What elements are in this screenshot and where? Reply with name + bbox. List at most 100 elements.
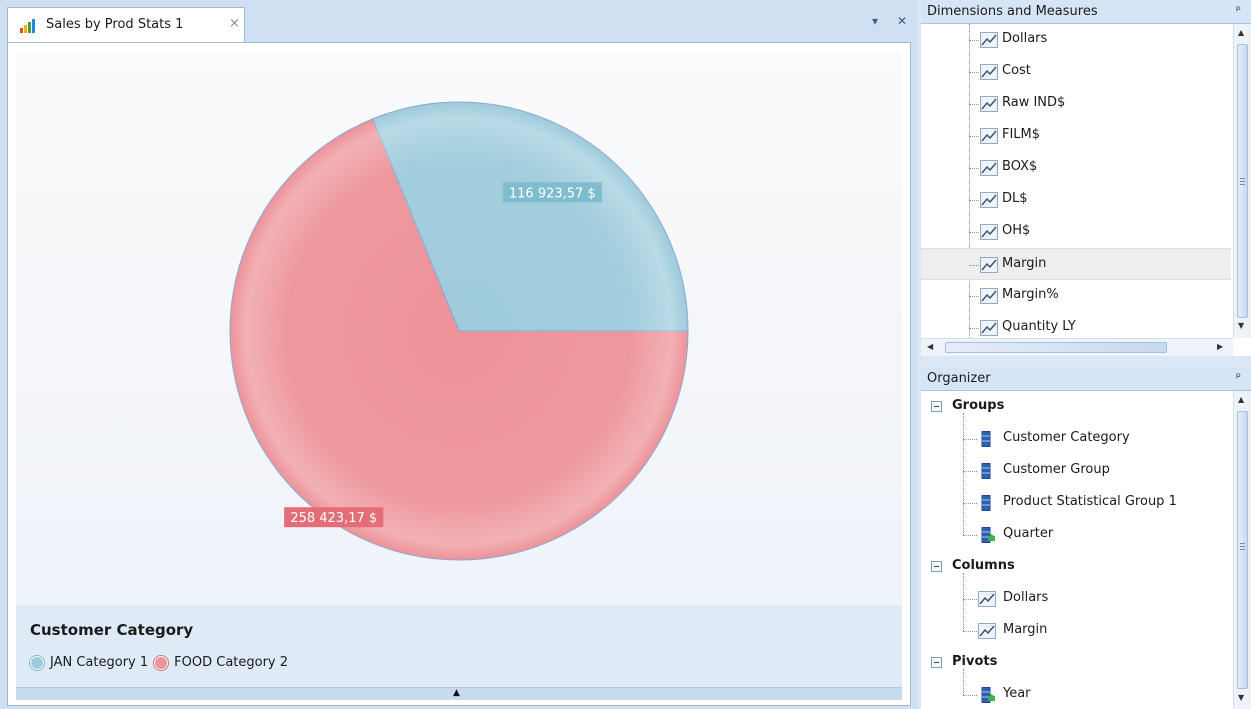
legend-item[interactable]: FOOD Category 2 xyxy=(154,655,288,670)
legend-pane: Customer Category JAN Category 1 FOOD Ca… xyxy=(16,605,902,687)
tree-item[interactable]: Customer Category xyxy=(921,423,1231,455)
tab-close-icon[interactable]: × xyxy=(229,16,240,31)
tree-item-label: Dollars xyxy=(1002,31,1048,46)
tree-group-pivots[interactable]: Pivots xyxy=(921,647,1231,679)
tree-item-measure[interactable]: Raw IND$ xyxy=(921,88,1231,120)
tree-group-label: Columns xyxy=(952,558,1015,573)
legend-collapse-bar[interactable]: ▲ xyxy=(16,687,902,700)
tree-item-label: Raw IND$ xyxy=(1002,95,1066,110)
tree-item[interactable]: Margin xyxy=(921,615,1231,647)
time-dimension-icon xyxy=(978,527,996,543)
tree-connector xyxy=(963,573,964,631)
tree-group-groups[interactable]: Groups xyxy=(921,391,1231,423)
collapse-icon[interactable] xyxy=(931,561,942,572)
pie-chart: 116 923,57 $ 258 423,17 $ xyxy=(229,101,689,561)
measure-icon xyxy=(978,591,996,607)
panel-title: Organizer xyxy=(927,371,991,386)
tree-item-label: Margin xyxy=(1002,256,1047,271)
tree-item[interactable]: Dollars xyxy=(921,583,1231,615)
scroll-down-icon[interactable]: ▼ xyxy=(1238,693,1244,702)
close-document-icon[interactable]: ✕ xyxy=(897,14,907,28)
data-label: 116 923,57 $ xyxy=(509,186,596,201)
measure-icon xyxy=(978,623,996,639)
collapse-up-icon[interactable]: ▲ xyxy=(453,688,460,698)
measure-icon xyxy=(980,128,998,144)
bar-chart-icon xyxy=(20,19,35,33)
dimension-icon xyxy=(978,495,996,511)
pin-icon[interactable]: ᵖ xyxy=(1236,370,1241,384)
panel-header: Dimensions and Measures ᵖ xyxy=(921,0,1251,24)
scroll-up-icon[interactable]: ▲ xyxy=(1238,395,1244,404)
data-label: 258 423,17 $ xyxy=(290,511,377,526)
tree-item-label: Customer Group xyxy=(1003,462,1110,477)
horizontal-scrollbar[interactable]: ◀ ▶ xyxy=(921,338,1233,356)
dimension-icon xyxy=(978,431,996,447)
tree-item[interactable]: Product Statistical Group 1 xyxy=(921,487,1231,519)
scroll-down-icon[interactable]: ▼ xyxy=(1238,321,1244,330)
tree-item-label: FILM$ xyxy=(1002,127,1041,142)
scroll-left-icon[interactable]: ◀ xyxy=(927,342,933,351)
tree-connector xyxy=(963,413,964,535)
vertical-scrollbar[interactable]: ▲ ▼ xyxy=(1233,391,1251,709)
pie-gloss xyxy=(230,102,688,560)
measure-icon xyxy=(980,288,998,304)
measure-icon xyxy=(980,64,998,80)
scrollbar-thumb[interactable] xyxy=(1237,44,1248,318)
measure-icon xyxy=(980,257,998,273)
scroll-up-icon[interactable]: ▲ xyxy=(1238,28,1244,37)
organizer-panel: Organizer ᵖ Groups Customer Category Custo… xyxy=(921,367,1251,709)
measures-tree: Dollars Cost Raw IND$ FILM$ BOX$ DL$ OH$ Margin… xyxy=(921,24,1231,338)
vertical-scrollbar[interactable]: ▲ ▼ xyxy=(1233,24,1251,338)
tree-item-measure[interactable]: Margin% xyxy=(921,280,1231,312)
scroll-right-icon[interactable]: ▶ xyxy=(1217,342,1223,351)
tree-item-measure[interactable]: Margin xyxy=(921,248,1231,280)
tree-item-label: Customer Category xyxy=(1003,430,1130,445)
tree-item-label: BOX$ xyxy=(1002,159,1038,174)
tab-sales-by-prod-stats[interactable]: Sales by Prod Stats 1 × xyxy=(7,7,245,42)
tree-item[interactable]: Year xyxy=(921,679,1231,709)
measure-icon xyxy=(980,192,998,208)
legend: JAN Category 1 FOOD Category 2 xyxy=(30,655,294,670)
measure-icon xyxy=(980,160,998,176)
tree-item-measure[interactable]: BOX$ xyxy=(921,152,1231,184)
measure-icon xyxy=(980,32,998,48)
scrollbar-thumb[interactable] xyxy=(945,342,1167,353)
tab-list-dropdown-icon[interactable]: ▾ xyxy=(872,14,878,28)
panel-header: Organizer ᵖ xyxy=(921,367,1251,391)
panel-title: Dimensions and Measures xyxy=(927,4,1098,19)
tree-group-label: Groups xyxy=(952,398,1005,413)
document-area: Sales by Prod Stats 1 × ▾ ✕ 116 923,57 $… xyxy=(0,0,918,709)
tree-item-measure[interactable]: OH$ xyxy=(921,216,1231,248)
tree-item-label: Quarter xyxy=(1003,526,1054,541)
legend-swatch-icon xyxy=(154,655,169,670)
collapse-icon[interactable] xyxy=(931,657,942,668)
measure-icon xyxy=(980,224,998,240)
tree-item-label: Dollars xyxy=(1003,590,1049,605)
tree-item[interactable]: Customer Group xyxy=(921,455,1231,487)
legend-swatch-icon xyxy=(30,655,44,670)
measure-icon xyxy=(980,320,998,336)
tree-item-label: OH$ xyxy=(1002,223,1031,238)
tree-item-measure[interactable]: Dollars xyxy=(921,24,1231,56)
scrollbar-thumb[interactable] xyxy=(1237,411,1248,689)
tree-item-label: Quantity LY xyxy=(1002,319,1076,334)
tree-item-measure[interactable]: Cost xyxy=(921,56,1231,88)
tab-strip: Sales by Prod Stats 1 × ▾ ✕ xyxy=(0,0,918,42)
legend-title: Customer Category xyxy=(30,621,194,639)
tree-item-measure[interactable]: Quantity LY xyxy=(921,312,1231,338)
legend-item[interactable]: JAN Category 1 xyxy=(30,655,148,670)
legend-label: JAN Category 1 xyxy=(50,655,149,670)
tree-group-columns[interactable]: Columns xyxy=(921,551,1231,583)
tree-item-label: Cost xyxy=(1002,63,1031,78)
tree-item[interactable]: Quarter xyxy=(921,519,1231,551)
legend-label: FOOD Category 2 xyxy=(174,655,289,670)
pin-icon[interactable]: ᵖ xyxy=(1236,3,1241,17)
chart-plot-area: 116 923,57 $ 258 423,17 $ xyxy=(16,51,902,649)
dimensions-measures-panel: Dimensions and Measures ᵖ Dollars Cost Raw… xyxy=(921,0,1251,356)
tree-item-label: Year xyxy=(1003,686,1031,701)
collapse-icon[interactable] xyxy=(931,401,942,412)
tree-item-measure[interactable]: FILM$ xyxy=(921,120,1231,152)
tree-item-label: DL$ xyxy=(1002,191,1028,206)
time-dimension-icon xyxy=(978,687,996,703)
tree-item-measure[interactable]: DL$ xyxy=(921,184,1231,216)
